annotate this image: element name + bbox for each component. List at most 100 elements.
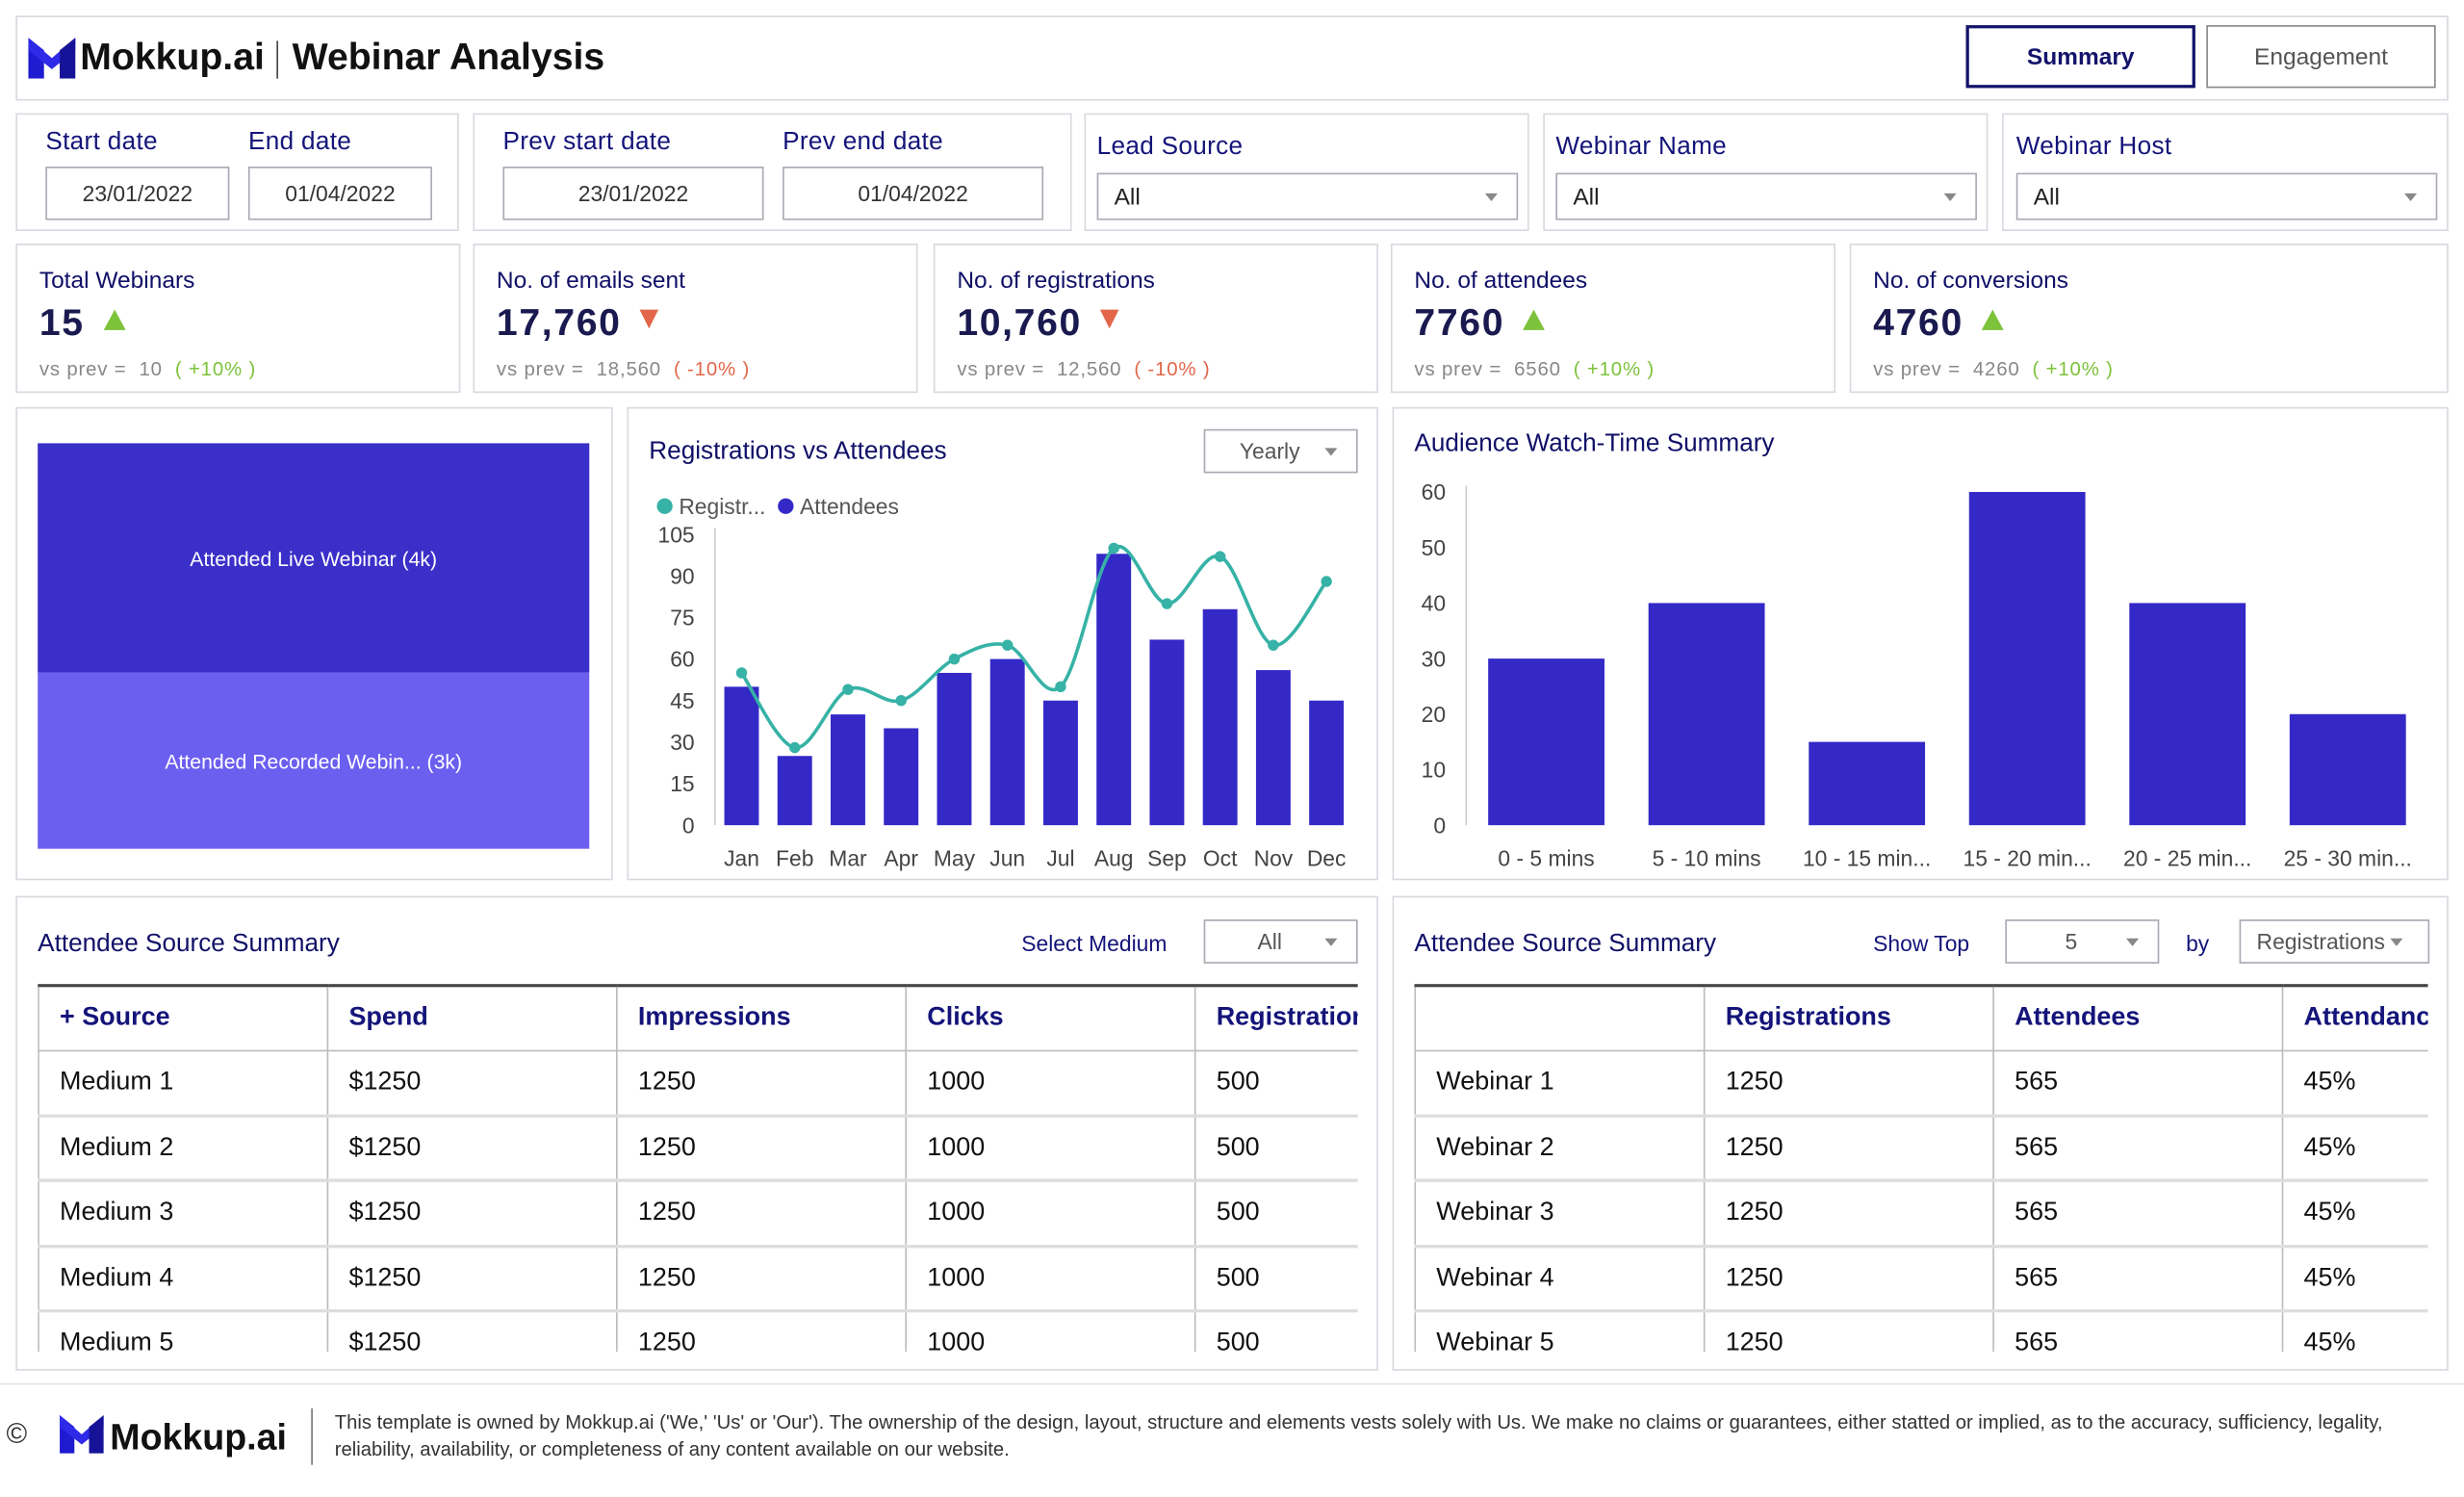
start-date-field[interactable]: 23/01/2022 [45,167,230,220]
chevron-down-icon [1484,193,1498,201]
source-table-viewport[interactable]: + Source Spend Impressions Clicks Regist… [38,984,1358,1353]
table-cell: 1000 [905,1049,1195,1118]
table-cell: Medium 2 [38,1115,328,1182]
webinar-host-select[interactable]: All [2015,172,2438,220]
registrations-chart: Registr... Attendees 0 15 30 45 60 75 90 105 Jan Fe… [656,494,1346,871]
column-header-webinar[interactable] [1414,984,1706,1051]
bar-watch-time [2289,713,2406,826]
kpi-card-total-webinars: Total Webinars 15 vs prev = 10 ( +10% ) [15,244,461,394]
webinar-name-select[interactable]: All [1555,172,1977,220]
kpi-prev-label: vs prev = [1873,358,1961,381]
kpi-value: 17,760 [496,301,622,345]
column-header-impressions[interactable]: Impressions [616,984,908,1051]
column-header-source[interactable]: + Source [38,984,329,1051]
x-tick-label: Jan [724,846,759,871]
show-top-value: 5 [2065,928,2078,955]
lead-source-value: All [1114,183,1141,210]
kpi-value-row: 10,760 [957,301,1120,346]
table-row[interactable]: Medium 2 $1250 1250 1000 500 [38,1115,1358,1182]
show-top-label: Show Top [1873,930,1970,956]
table-cell: 565 [1992,1049,2283,1118]
table-row[interactable]: Webinar 5 1250 565 45% [1414,1310,2428,1353]
source-table: + Source Spend Impressions Clicks Regist… [38,984,1358,1353]
webinar-name-value: All [1573,183,1600,210]
table-row[interactable]: Medium 5 $1250 1250 1000 500 [38,1310,1358,1353]
table-row[interactable]: Medium 4 $1250 1250 1000 500 [38,1245,1358,1313]
table-row[interactable]: Medium 1 $1250 1250 1000 500 [38,1049,1358,1118]
prev-start-date-field[interactable]: 23/01/2022 [502,167,764,220]
y-tick-label: 90 [670,563,694,588]
bar-attendees [884,728,919,826]
kpi-prev-value: 18,560 [596,358,661,381]
kpi-card-emails-sent: No. of emails sent 17,760 vs prev = 18,5… [473,244,918,394]
kpi-card-conversions: No. of conversions 4760 vs prev = 4260 (… [1849,244,2449,394]
registrations-point [1001,639,1014,651]
prev-date-filter-card: Prev start date Prev end date 23/01/2022… [473,113,1072,232]
medium-select[interactable]: All [1203,919,1358,964]
table-cell: 1250 [1703,1245,1994,1313]
bar-attendees [777,756,812,826]
lead-source-select[interactable]: All [1096,172,1519,220]
column-header-registrations[interactable]: Registratior [1194,984,1358,1051]
end-date-field[interactable]: 01/04/2022 [247,167,432,220]
kpi-prev-value: 12,560 [1057,358,1122,381]
watch-time-chart-card: Audience Watch-Time Summary 0 10 20 30 40 50 6… [1392,406,2449,881]
column-header-clicks[interactable]: Clicks [905,984,1196,1051]
trend-up-icon [1523,309,1546,330]
bar-attendees [1255,670,1291,826]
table-row[interactable]: Webinar 2 1250 565 45% [1414,1115,2428,1182]
kpi-card-registrations: No. of registrations 10,760 vs prev = 12… [933,244,1378,394]
footer-divider [311,1407,313,1465]
tab-summary[interactable]: Summary [1965,25,2195,89]
attendance-treemap-card: Attended Live Webinar (4k) Attended Reco… [15,406,613,881]
kpi-title: Total Webinars [38,267,195,295]
kpi-value: 7760 [1414,301,1505,345]
x-tick-label: Nov [1254,846,1294,871]
treemap-recorded-block[interactable]: Attended Recorded Webin... (3k) [38,672,590,849]
column-header-registrations[interactable]: Registrations [1703,984,1994,1051]
column-header-attendees[interactable]: Attendees [1992,984,2284,1051]
y-tick-label: 0 [682,813,695,838]
registrations-point [1214,551,1226,562]
kpi-prev-label: vs prev = [38,358,127,381]
table-cell: Webinar 1 [1414,1049,1705,1118]
bar-attendees [937,672,972,826]
x-tick-label: May [934,846,976,871]
webinar-summary-title: Attendee Source Summary [1414,930,1717,958]
kpi-prev-value: 4260 [1972,358,2020,381]
kpi-prev-value: 6560 [1514,358,1561,381]
treemap-live-label: Attended Live Webinar (4k) [190,546,438,570]
table-cell: 500 [1194,1049,1358,1118]
treemap-live-block[interactable]: Attended Live Webinar (4k) [38,443,590,673]
bar-attendees [1202,608,1238,826]
table-row[interactable]: Webinar 4 1250 565 45% [1414,1245,2428,1313]
table-cell: 45% [2281,1180,2428,1248]
kpi-footer: vs prev = 4260 ( +10% ) [1873,358,2114,380]
show-top-select[interactable]: 5 [2005,919,2160,964]
rank-by-select[interactable]: Registrations [2239,919,2430,964]
mokkup-logo-icon [60,1415,104,1454]
bar-watch-time [2129,603,2246,826]
registrations-point [948,653,961,665]
y-tick-label: 0 [1433,813,1446,838]
kpi-title: No. of emails sent [496,267,685,295]
kpi-value-row: 7760 [1414,301,1546,346]
prev-end-date-field[interactable]: 01/04/2022 [783,167,1044,220]
tab-engagement[interactable]: Engagement [2206,25,2436,89]
x-tick-label: Sep [1147,846,1187,871]
column-header-spend[interactable]: Spend [326,984,618,1051]
webinar-name-label: Webinar Name [1555,133,1728,161]
table-cell: Medium 1 [38,1049,328,1118]
table-row[interactable]: Webinar 3 1250 565 45% [1414,1180,2428,1248]
table-cell: 45% [2281,1245,2428,1313]
legend-registrations-label: Registr... [679,494,765,519]
kpi-delta: ( +10% ) [2032,358,2114,381]
table-row[interactable]: Webinar 1 1250 565 45% [1414,1049,2428,1118]
column-header-attendance[interactable]: Attendanc [2281,984,2428,1051]
registrations-point [1055,681,1066,693]
table-row[interactable]: Medium 3 $1250 1250 1000 500 [38,1180,1358,1248]
table-cell: 500 [1194,1245,1358,1313]
webinar-table-viewport[interactable]: Registrations Attendees Attendanc Webina… [1414,984,2428,1353]
kpi-card-attendees: No. of attendees 7760 vs prev = 6560 ( +… [1390,244,1835,394]
trend-down-icon [1100,309,1120,329]
